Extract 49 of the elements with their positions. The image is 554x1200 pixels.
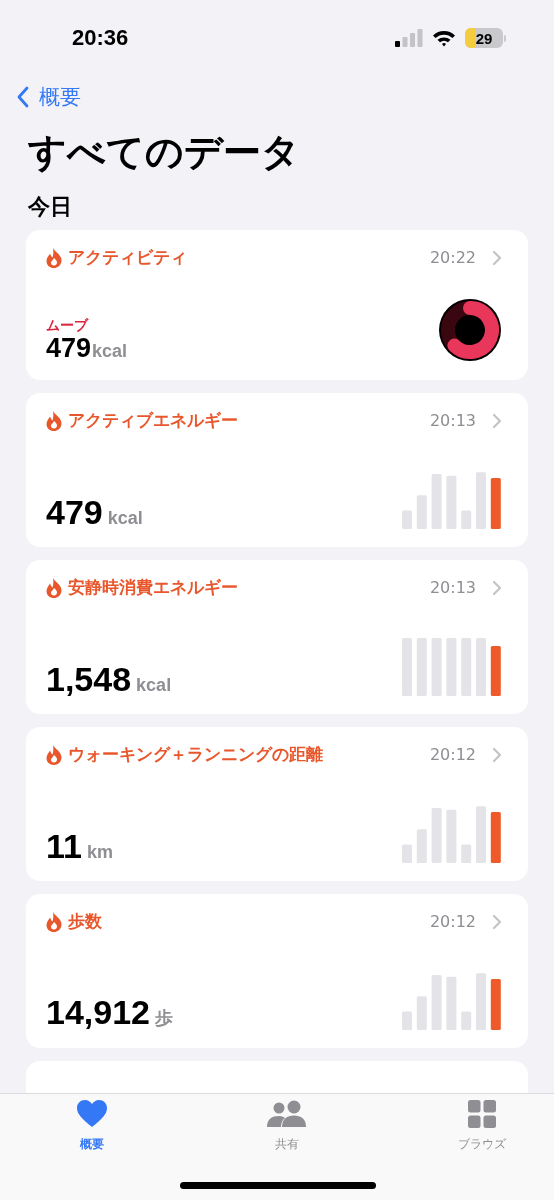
- unit-text: 歩: [155, 1007, 173, 1030]
- data-card[interactable]: 歩数 20:12 14,912 歩: [26, 894, 528, 1048]
- value-text: 14,912: [46, 995, 150, 1029]
- tab-item[interactable]: 概要: [60, 1100, 124, 1158]
- grid-icon: [468, 1100, 496, 1128]
- chevron-icon: [492, 913, 502, 930]
- data-card[interactable]: アクティブエネルギー 20:13 479 kcal: [26, 393, 528, 547]
- unit-text: kcal: [107, 508, 143, 529]
- battery-icon: 29: [465, 28, 506, 48]
- card-time: 20:13: [429, 411, 476, 430]
- chevron-icon: [492, 579, 502, 596]
- data-card[interactable]: ウォーキング＋ランニングの距離 20:12 11 km: [26, 727, 528, 881]
- people-icon: [267, 1100, 307, 1128]
- status-time: 20:36: [72, 25, 129, 51]
- flame-icon: [46, 577, 62, 598]
- card-time: 20:12: [429, 912, 476, 931]
- chevron-icon: [492, 746, 502, 763]
- back-link[interactable]: 概要: [16, 83, 81, 111]
- card-title: 安静時消費エネルギー: [68, 576, 239, 599]
- activity-ring-icon: [438, 298, 502, 362]
- card-time: 20:13: [429, 578, 476, 597]
- card-title: アクティブエネルギー: [68, 409, 239, 432]
- flame-icon: [46, 911, 62, 932]
- flame-icon: [46, 410, 62, 431]
- signal-icon: [395, 29, 423, 47]
- unit-text: kcal: [136, 675, 172, 696]
- card-title: ウォーキング＋ランニングの距離: [68, 743, 324, 766]
- data-card[interactable]: アクティビティ 20:22 ムーブ 479kcal: [26, 230, 528, 380]
- card-time: 20:12: [429, 745, 476, 764]
- value-text: 479: [46, 495, 103, 529]
- unit-text: kcal: [92, 341, 128, 362]
- heart-icon: [77, 1100, 107, 1128]
- data-card[interactable]: 安静時消費エネルギー 20:13 1,548 kcal: [26, 560, 528, 714]
- value-text: 479: [46, 335, 92, 362]
- wifi-icon: [432, 29, 456, 47]
- unit-text: km: [86, 842, 113, 863]
- chevron-icon: [492, 249, 502, 266]
- card-time: 20:22: [429, 248, 476, 267]
- back-chevron-icon: [16, 86, 30, 108]
- flame-icon: [46, 744, 62, 765]
- card-title: アクティビティ: [68, 246, 188, 269]
- value-text: 11: [46, 829, 82, 863]
- section-heading: 今日: [28, 193, 73, 221]
- flame-icon: [46, 247, 62, 268]
- chevron-icon: [492, 412, 502, 429]
- value-text: 1,548: [46, 662, 132, 696]
- metric-label: ムーブ: [46, 317, 90, 335]
- card-title: 歩数: [68, 910, 103, 933]
- page-title: すべてのデータ: [28, 129, 301, 176]
